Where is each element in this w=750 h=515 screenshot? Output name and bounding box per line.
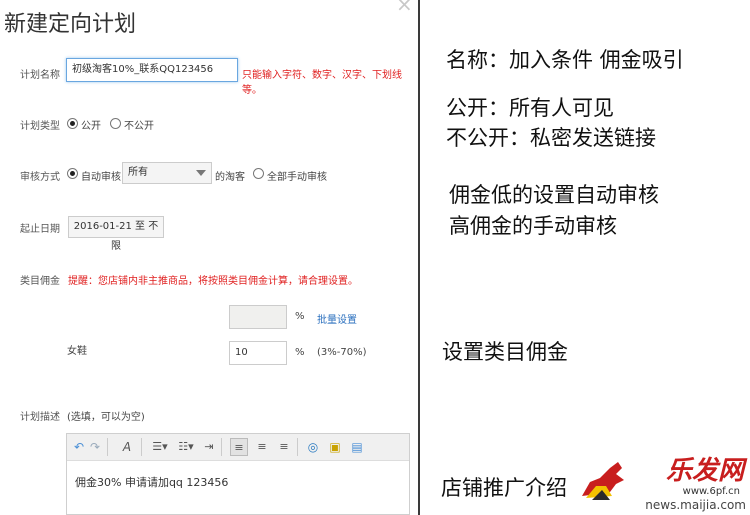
review-scope-select[interactable]: 所有: [122, 162, 212, 184]
note-shop-intro-part1: 店铺推广介: [441, 476, 546, 500]
batch-unit: %: [295, 311, 305, 322]
new-plan-dialog: 新建定向计划 × 计划名称 初级淘客10%_联系QQ123456 只能输入字符、…: [0, 0, 418, 515]
review-scope-value: 所有: [128, 167, 148, 178]
toolbar-separator: [141, 438, 142, 456]
plan-type-label: 计划类型: [20, 121, 60, 132]
category-item-name: 女鞋: [67, 346, 87, 357]
watermark: 乐发网 www.6pf.cn news.maijia.com: [572, 448, 750, 515]
numbered-list-icon[interactable]: ☷▾: [175, 438, 197, 456]
dialog-title: 新建定向计划: [4, 12, 137, 37]
category-range: (3%-70%): [317, 347, 367, 358]
description-label: 计划描述: [20, 412, 60, 423]
note-private: 不公开：私密发送链接: [446, 126, 656, 150]
type-private-radio[interactable]: [110, 118, 121, 129]
align-right-icon[interactable]: ≡: [275, 438, 293, 456]
note-category: 设置类目佣金: [442, 340, 568, 364]
category-commission-label: 类目佣金: [20, 276, 60, 287]
review-manual-label: 全部手动审核: [267, 172, 327, 183]
plan-name-input[interactable]: 初级淘客10%_联系QQ123456: [66, 58, 238, 82]
image-icon[interactable]: ▣: [327, 438, 343, 456]
note-name: 名称：加入条件 佣金吸引: [446, 48, 684, 72]
date-range-button[interactable]: 2016-01-21 至 不限: [68, 216, 164, 252]
review-manual-radio[interactable]: [253, 168, 264, 179]
watermark-url-2: news.maijia.com: [645, 498, 746, 512]
table-icon[interactable]: ▤: [349, 438, 365, 456]
category-commission-input[interactable]: 10: [229, 341, 287, 365]
indent-icon[interactable]: ⇥: [201, 438, 217, 456]
close-icon[interactable]: ×: [396, 0, 413, 14]
description-editor[interactable]: ↶ ↷ A ☰▾ ☷▾ ⇥ ≡ ≡ ≡ ◎ ▣ ▤ 佣金30% 申请请加qq 1…: [66, 433, 410, 515]
bullet-list-icon[interactable]: ☰▾: [149, 438, 171, 456]
description-hint: (选填，可以为空): [67, 412, 145, 423]
redo-icon[interactable]: ↷: [89, 438, 101, 456]
align-left-icon[interactable]: ≡: [230, 438, 248, 456]
type-public-label: 公开: [81, 121, 101, 132]
watermark-logo-text: 乐发网: [665, 456, 744, 486]
format-painter-icon[interactable]: A: [119, 438, 135, 456]
type-private-label: 不公开: [124, 121, 154, 132]
batch-set-link[interactable]: 批量设置: [317, 311, 357, 326]
note-public: 公开：所有人可见: [446, 96, 614, 120]
vertical-divider: [418, 0, 420, 515]
editor-toolbar: ↶ ↷ A ☰▾ ☷▾ ⇥ ≡ ≡ ≡ ◎ ▣ ▤: [67, 434, 409, 461]
category-notice: 提醒：您店铺内非主推商品，将按照类目佣金计算，请合理设置。: [68, 276, 358, 287]
align-center-icon[interactable]: ≡: [253, 438, 271, 456]
note-shop-intro: 店铺推广介绍: [441, 472, 567, 502]
date-range-label: 起止日期: [20, 224, 60, 235]
type-public-radio[interactable]: [67, 118, 78, 129]
link-icon[interactable]: ◎: [305, 438, 321, 456]
plan-name-warning: 只能输入字符、数字、汉字、下划线等。: [242, 70, 402, 96]
editor-content: 佣金30% 申请请加qq 123456: [75, 476, 229, 489]
chevron-down-icon: [196, 170, 206, 176]
note-auto-review: 佣金低的设置自动审核: [449, 183, 659, 207]
horse-logo-icon: [582, 462, 624, 500]
review-method-label: 审核方式: [20, 172, 60, 183]
review-auto-radio[interactable]: [67, 168, 78, 179]
undo-icon[interactable]: ↶: [73, 438, 85, 456]
review-auto-label: 自动审核: [81, 172, 121, 183]
category-unit: %: [295, 347, 305, 358]
plan-name-label: 计划名称: [20, 70, 60, 81]
toolbar-separator: [297, 438, 298, 456]
review-suffix: 的淘客: [215, 172, 245, 183]
toolbar-separator: [221, 438, 222, 456]
batch-commission-input[interactable]: [229, 305, 287, 329]
toolbar-separator: [107, 438, 108, 456]
note-shop-intro-part2: 绍: [546, 476, 567, 500]
watermark-url-1: www.6pf.cn: [682, 486, 740, 497]
note-manual-review: 高佣金的手动审核: [449, 214, 617, 238]
